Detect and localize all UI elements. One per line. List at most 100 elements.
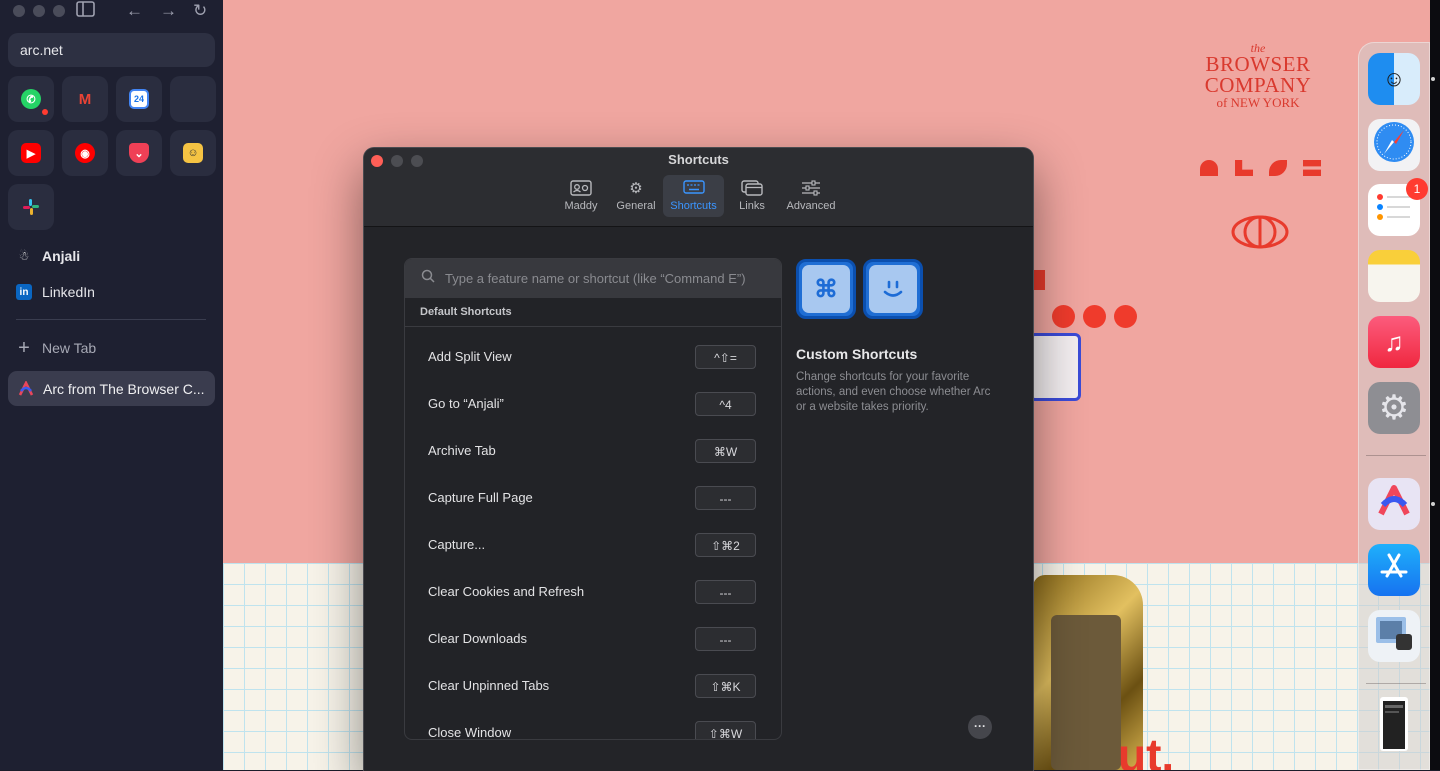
sidebar-item-linkedin[interactable]: in LinkedIn (16, 281, 95, 303)
documents-stack-icon (1378, 695, 1410, 758)
sliders-icon (801, 180, 821, 198)
shortcut-key-button[interactable]: ⇧⌘K (695, 674, 756, 698)
shortcut-key-button[interactable]: ⇧⌘2 (695, 533, 756, 557)
dock-notes[interactable] (1368, 250, 1420, 302)
tab-shortcuts[interactable]: Shortcuts (663, 175, 724, 217)
running-indicator (1431, 502, 1435, 506)
decorative-shape (1200, 160, 1218, 176)
pinned-gmail[interactable]: M (62, 76, 108, 122)
smiley-key-icon (863, 259, 923, 319)
keyboard-icon (682, 180, 705, 198)
shortcut-key-button[interactable]: ^⇧= (695, 345, 756, 369)
sidebar-item-anjali[interactable]: ☃ Anjali (16, 245, 81, 267)
dock-finder[interactable]: ☺ (1368, 53, 1420, 105)
shortcut-row[interactable]: Clear Cookies and Refresh --- (405, 571, 781, 618)
settings-titlebar: Shortcuts Maddy ⚙ General Shortcuts Link… (364, 148, 1033, 227)
pinned-empty-slot[interactable] (170, 76, 216, 122)
shortcut-key-button[interactable]: ⌘W (695, 439, 756, 463)
gold-frame-inner (1051, 615, 1121, 770)
tab-links[interactable]: Links (728, 175, 776, 217)
tab-general[interactable]: ⚙ General (610, 175, 662, 217)
shortcut-row[interactable]: Clear Downloads --- (405, 618, 781, 665)
shortcut-label: Add Split View (428, 349, 512, 364)
pinned-youtube[interactable]: ▶ (8, 130, 54, 176)
active-tab[interactable]: Arc from The Browser C... (8, 371, 215, 406)
new-tab-button[interactable]: + New Tab (16, 337, 96, 359)
search-input[interactable] (443, 270, 767, 287)
shortcut-row[interactable]: Close Window ⇧⌘W (405, 712, 781, 739)
url-bar[interactable]: arc.net (8, 33, 215, 67)
pinned-calendar[interactable]: 24 (116, 76, 162, 122)
youtube-icon: ▶ (21, 143, 41, 163)
shortcut-label: Archive Tab (428, 443, 496, 458)
dock-app-store[interactable] (1368, 544, 1420, 596)
dock-preview[interactable] (1368, 610, 1420, 662)
browser-company-logo: the BROWSER COMPANY of NEW YORK (1204, 41, 1312, 110)
back-arrow-icon[interactable]: ← (126, 1, 143, 21)
dock-music[interactable]: ♫ (1368, 316, 1420, 368)
section-header: Default Shortcuts (405, 298, 781, 327)
pinned-pocket[interactable]: ⌄ (116, 130, 162, 176)
shortcut-key-button[interactable]: ^4 (695, 392, 756, 416)
shortcut-label: Clear Downloads (428, 631, 527, 646)
pinned-bitmoji[interactable]: ☺ (170, 130, 216, 176)
tab-advanced[interactable]: Advanced (781, 175, 841, 217)
shortcut-search[interactable] (405, 259, 781, 298)
more-options-button[interactable]: ··· (968, 715, 992, 739)
notification-badge: 1 (1406, 178, 1428, 200)
slack-icon (21, 197, 41, 217)
shortcut-label: Capture Full Page (428, 490, 533, 505)
command-key-icon: ⌘ (796, 259, 856, 319)
decorative-window-graphic (1029, 333, 1081, 401)
safari-compass-icon (1372, 120, 1416, 171)
pinned-youtube-music[interactable]: ◉ (62, 130, 108, 176)
settings-window: Shortcuts Maddy ⚙ General Shortcuts Link… (363, 147, 1034, 771)
shortcut-key-button[interactable]: --- (695, 486, 756, 510)
shortcut-row[interactable]: Go to “Anjali” ^4 (405, 383, 781, 430)
dock-arc[interactable] (1368, 478, 1420, 530)
window-zoom-button[interactable] (53, 5, 65, 17)
profile-avatar-icon: ☃ (18, 249, 30, 263)
youtube-music-icon: ◉ (75, 143, 95, 163)
shortcuts-panel: Default Shortcuts Add Split View ^⇧= Go … (404, 258, 782, 740)
forward-arrow-icon[interactable]: → (160, 1, 177, 21)
pinned-slack[interactable] (8, 184, 54, 230)
finder-icon: ☺ (1382, 66, 1406, 91)
tab-maddy[interactable]: Maddy (556, 175, 606, 217)
reload-icon[interactable]: ↻ (193, 1, 207, 21)
running-indicator (1431, 77, 1435, 81)
shortcut-row[interactable]: Capture... ⇧⌘2 (405, 524, 781, 571)
linkedin-icon: in (16, 284, 32, 300)
arc-logo-icon (18, 379, 34, 397)
shortcut-key-button[interactable]: --- (695, 627, 756, 651)
screen-edge (1430, 0, 1440, 770)
decorative-shape (1033, 270, 1045, 290)
shortcut-row[interactable]: Archive Tab ⌘W (405, 430, 781, 477)
unread-dot (42, 109, 48, 115)
shortcut-key-button[interactable]: ⇧⌘W (695, 721, 756, 739)
shortcut-row[interactable]: Clear Unpinned Tabs ⇧⌘K (405, 665, 781, 712)
arc-sidebar: ← → ↻ arc.net ✆ M 24 ▶ ◉ ⌄ ☺ ☃ Anjali in… (0, 0, 223, 770)
hero-text-fragment: ut. (1118, 729, 1175, 770)
shortcut-key-button[interactable]: --- (695, 580, 756, 604)
custom-shortcuts-title: Custom Shortcuts (796, 346, 918, 362)
dock-safari[interactable] (1368, 119, 1420, 171)
shortcut-row[interactable]: Capture Full Page --- (405, 477, 781, 524)
dock-separator (1366, 683, 1426, 684)
pinned-whatsapp[interactable]: ✆ (8, 76, 54, 122)
shortcut-row[interactable]: Add Split View ^⇧= (405, 336, 781, 383)
dock-documents-stack[interactable] (1368, 696, 1420, 752)
settings-title: Shortcuts (668, 152, 729, 167)
sidebar-toggle-icon[interactable] (76, 1, 95, 22)
dock-separator (1366, 455, 1426, 456)
window-minimize-button[interactable] (33, 5, 45, 17)
decorative-dot (1114, 305, 1137, 328)
pocket-icon: ⌄ (129, 143, 149, 163)
window-close-button[interactable] (13, 5, 25, 17)
gmail-icon: M (78, 90, 92, 108)
app-store-icon (1378, 551, 1410, 590)
dock-system-settings[interactable]: ⚙ (1368, 382, 1420, 434)
bitmoji-icon: ☺ (183, 143, 203, 163)
music-note-icon: ♫ (1384, 326, 1404, 357)
sidebar-item-label: LinkedIn (42, 284, 95, 300)
